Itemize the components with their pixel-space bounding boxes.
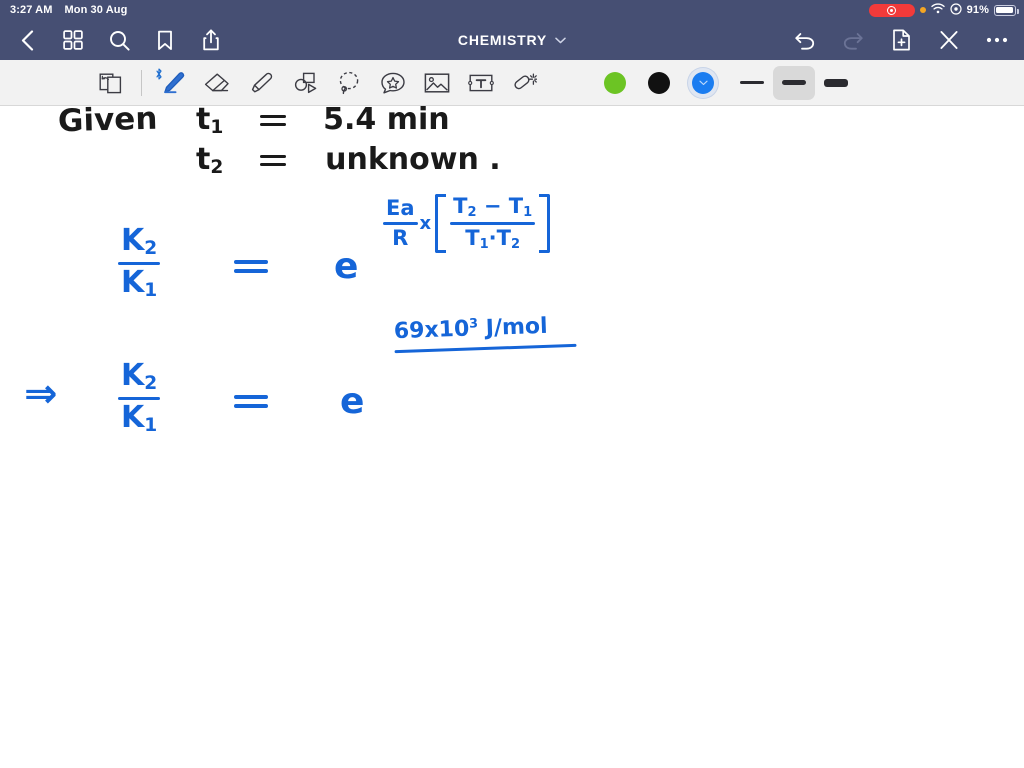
eq1-lhs-fraction: K2 K1 (118, 223, 161, 302)
color-blue-button[interactable] (681, 63, 725, 103)
temperature-numerator: T2 − T1 (453, 194, 533, 220)
toolbar-divider (141, 69, 142, 96)
more-button[interactable] (984, 27, 1010, 53)
color-blue-selected-ring (688, 67, 718, 98)
eraser-tool[interactable] (195, 63, 239, 103)
magic-wand-tool[interactable] (503, 63, 547, 103)
share-button[interactable] (198, 27, 224, 53)
eq1-lhs-numerator: K2 (121, 223, 158, 260)
stroke-thick-button[interactable] (815, 66, 857, 100)
orange-dot-icon (919, 7, 926, 13)
ea-over-r-fraction: Ea R (383, 195, 418, 251)
k-ratio-fraction-2: K2 K1 (118, 358, 161, 437)
app-root: 3:27 AM Mon 30 Aug 91% CHEMISTRY Given t… (0, 0, 1024, 768)
stroke-thin-button[interactable] (731, 66, 773, 100)
page-title: CHEMISTRY (457, 32, 548, 48)
stroke-medium-line (782, 80, 806, 85)
color-black-button[interactable] (637, 63, 681, 103)
undo-button[interactable] (792, 27, 818, 53)
nav-left-group (14, 27, 224, 53)
bluetooth-icon (155, 68, 163, 80)
status-bar: 3:27 AM Mon 30 Aug 91% (0, 0, 1024, 20)
pre-exponential-value: 69x10 (393, 316, 470, 345)
eq1-lhs-denominator: K1 (121, 265, 158, 302)
eq2-equals-sign (234, 393, 268, 411)
screen-record-pill[interactable] (868, 3, 915, 17)
battery-icon (994, 4, 1019, 16)
handwriting-line-t2: t2 unknown . (196, 142, 501, 178)
page-flip-tool[interactable] (88, 63, 132, 103)
stroke-medium-button[interactable] (773, 65, 815, 100)
temperature-denominator: T1·T2 (465, 226, 521, 252)
energy-unit: J/mol (485, 313, 549, 341)
temperature-fraction-bar (450, 222, 536, 226)
bookmark-button[interactable] (152, 27, 178, 53)
handwriting-given-label: Given (57, 106, 158, 140)
t2-variable: t (196, 142, 211, 177)
eq1-exponent-group: Ea R x T2 − T1 T1·T2 (383, 194, 551, 254)
temperature-bracket: T2 − T1 T1·T2 (435, 194, 551, 254)
handwriting-line-t1: t1 5.4 min (196, 106, 450, 138)
battery-percent: 91% (966, 4, 989, 16)
color-black-swatch (648, 71, 670, 94)
color-green-button[interactable] (593, 63, 637, 103)
t1-subscript: 1 (210, 117, 224, 139)
eq2-lhs-denominator: K1 (121, 400, 158, 437)
eq2-exponent-fraction-bar (394, 343, 577, 354)
eq1-exponential-base: e (334, 246, 359, 287)
status-date: Mon 30 Aug (64, 4, 128, 16)
note-canvas[interactable]: Given t1 5.4 min t2 unknown . K2 K1 e Ea… (0, 106, 1024, 768)
redo-button[interactable] (840, 27, 866, 53)
nav-right-group (792, 27, 1010, 53)
status-right-group: 91% (868, 2, 1019, 18)
lasso-tool[interactable] (327, 63, 371, 103)
image-tool[interactable] (415, 63, 459, 103)
eq2-exponential-base: e (340, 381, 365, 422)
color-blue-swatch (692, 71, 714, 94)
eq2-exponent-numerator: 69x103 J/mol (393, 313, 577, 354)
status-time: 3:27 AM (10, 4, 53, 16)
bracket-right (539, 194, 551, 254)
color-green-swatch (604, 71, 626, 94)
wifi-icon (930, 3, 945, 17)
add-page-button[interactable] (888, 27, 914, 53)
stroke-thick-line (824, 78, 848, 87)
back-button[interactable] (14, 27, 40, 53)
ea-r-fraction-bar (383, 222, 418, 226)
stroke-thin-line (740, 81, 764, 84)
t2-subscript: 2 (210, 157, 224, 179)
eq2-lhs-fraction: K2 K1 (118, 358, 161, 437)
t1-variable: t (196, 106, 211, 137)
t2-value: unknown . (325, 142, 501, 177)
pen-tool[interactable] (151, 63, 195, 103)
gas-constant-symbol: R (392, 226, 409, 251)
sticker-tool[interactable] (371, 63, 415, 103)
exponent-power: 3 (468, 316, 479, 332)
nav-bar: CHEMISTRY (0, 20, 1024, 60)
multiplication-symbol: x (419, 213, 432, 235)
eq1-equals-sign (234, 258, 268, 276)
close-button[interactable] (936, 27, 962, 53)
chevron-down-icon[interactable] (555, 31, 566, 49)
text-tool[interactable] (459, 63, 503, 103)
swatch-chevron-down-icon (698, 80, 708, 85)
search-button[interactable] (106, 27, 132, 53)
eq2-implies-arrow: ⇒ (24, 371, 58, 417)
eq2-lhs-numerator: K2 (121, 358, 158, 395)
shapes-tool[interactable] (283, 63, 327, 103)
color-swatch-group (593, 63, 725, 103)
equals-sign-2 (260, 154, 287, 167)
thumbnails-button[interactable] (60, 27, 86, 53)
control-center-icon (950, 2, 962, 18)
equals-sign-1 (260, 114, 287, 127)
tool-bar (0, 60, 1024, 106)
stroke-width-group (731, 65, 857, 100)
bracket-left (435, 194, 447, 254)
t1-value: 5.4 min (323, 106, 450, 137)
temperature-fraction: T2 − T1 T1·T2 (450, 194, 536, 252)
k-ratio-fraction-1: K2 K1 (118, 223, 161, 302)
record-icon (887, 5, 897, 15)
activation-energy-symbol: Ea (386, 195, 415, 220)
highlighter-tool[interactable] (239, 63, 283, 103)
